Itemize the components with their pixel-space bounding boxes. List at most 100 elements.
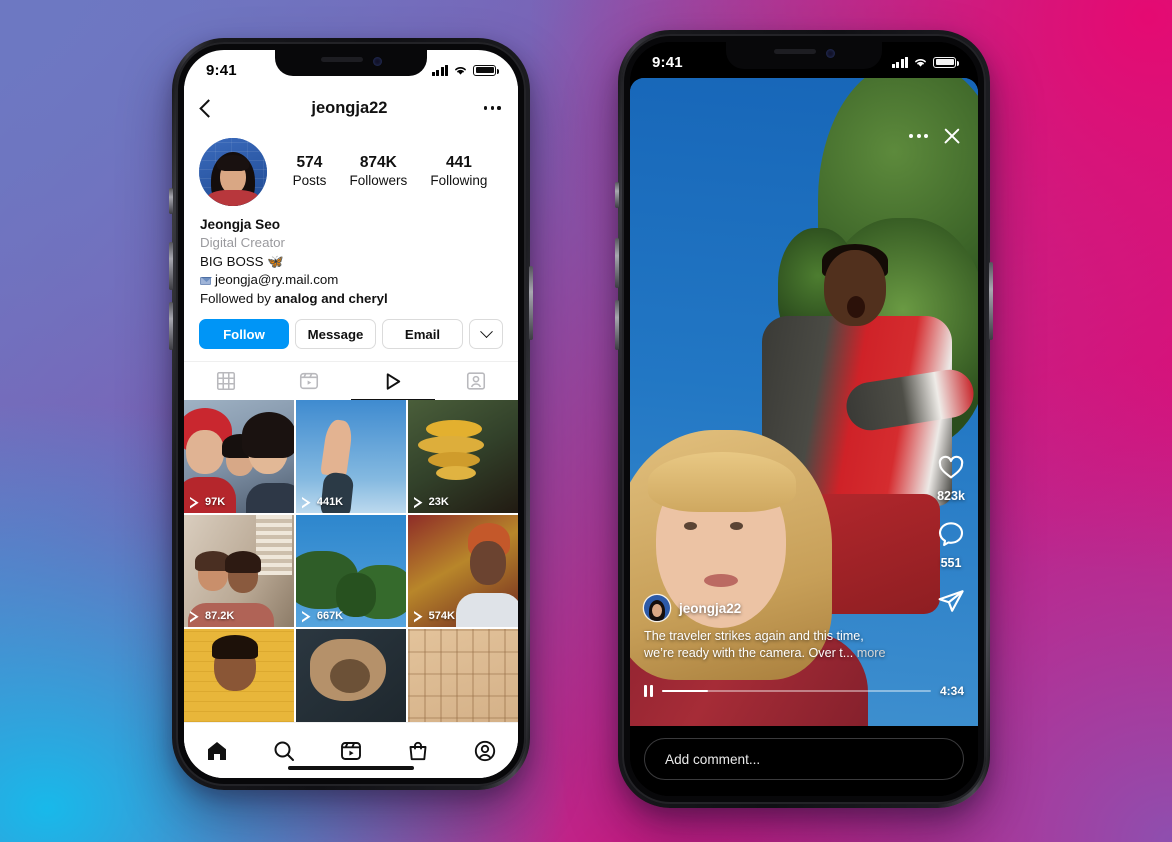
grid-item[interactable]: 87.2K (184, 514, 295, 628)
home-indicator[interactable] (288, 765, 414, 770)
left-phone: 9:41 jeongja22 574 Posts 874K Followers … (169, 38, 533, 790)
heart-icon[interactable] (936, 452, 966, 482)
signal-bars-icon (431, 64, 448, 76)
front-camera (825, 49, 835, 58)
earpiece-speaker (773, 49, 816, 54)
add-comment-input[interactable]: Add comment... (644, 738, 964, 780)
tab-grid[interactable] (184, 362, 268, 400)
followed-by-names: analog and cheryl (274, 290, 388, 306)
share-paper-plane-icon[interactable] (936, 586, 966, 616)
home-icon[interactable] (205, 739, 229, 763)
reels-icon (300, 373, 319, 390)
power-button-left[interactable] (529, 266, 533, 340)
view-count: 87.2K (190, 610, 234, 622)
right-screen: 9:41 823k 551 jeongja22 The traveler str… (630, 42, 978, 796)
mail-icon (200, 276, 211, 285)
progress-fill (662, 689, 708, 693)
follow-button[interactable]: Follow (199, 319, 289, 350)
grid-item[interactable]: 97K (184, 400, 295, 513)
reel-caption[interactable]: The traveler strikes again and this time… (644, 628, 906, 662)
reel-meta: jeongja22 The traveler strikes again and… (644, 595, 906, 662)
volume-down-right[interactable] (615, 300, 619, 350)
video-duration: 4:34 (939, 684, 964, 698)
reels-icon[interactable] (339, 739, 363, 763)
profile-stats: 574 Posts 874K Followers 441 Following (267, 154, 503, 189)
play-icon (190, 611, 201, 622)
play-icon (302, 611, 313, 622)
caption-more-link[interactable]: more (857, 646, 886, 660)
play-icon (302, 497, 313, 508)
volume-down-left[interactable] (169, 302, 173, 350)
add-comment-placeholder: Add comment... (665, 751, 761, 767)
left-screen: 9:41 jeongja22 574 Posts 874K Followers … (184, 50, 518, 778)
view-count: 441K (302, 496, 343, 508)
author-row[interactable]: jeongja22 (644, 595, 906, 622)
mute-switch-left[interactable] (169, 188, 173, 214)
more-options-icon[interactable] (909, 134, 928, 138)
power-button-right[interactable] (989, 262, 993, 340)
like-count: 823k (937, 489, 965, 503)
person-foreground (630, 430, 868, 726)
battery-icon (473, 64, 499, 76)
caption-line-2: we’re ready with the camera. Over t... (644, 646, 854, 661)
author-avatar (644, 595, 670, 622)
profile-header: jeongja22 (184, 86, 518, 130)
mute-switch-right[interactable] (615, 182, 619, 208)
wifi-icon (455, 67, 466, 75)
view-count: 97K (190, 496, 225, 508)
message-button[interactable]: Message (295, 319, 376, 350)
grid-item[interactable]: 441K (295, 400, 407, 513)
stat-following[interactable]: 441 Following (430, 154, 487, 189)
earpiece-speaker (320, 57, 363, 62)
close-icon[interactable] (942, 126, 962, 146)
tagged-icon (467, 372, 486, 391)
notch-right (726, 42, 882, 69)
grid-icon (216, 372, 235, 391)
following-label: Following (430, 173, 488, 189)
tab-video[interactable] (351, 362, 435, 400)
pause-icon[interactable] (644, 685, 653, 697)
profile-full-name: Jeongja Seo (200, 217, 281, 232)
following-count: 441 (445, 154, 472, 172)
volume-up-right[interactable] (615, 238, 619, 288)
play-icon (387, 373, 401, 390)
posts-label: Posts (292, 173, 327, 189)
profile-icon[interactable] (473, 739, 497, 763)
view-count: 574K (414, 610, 455, 622)
status-time: 9:41 (206, 61, 237, 79)
profile-email-row[interactable]: jeongja@ry.mail.com (200, 271, 502, 290)
comment-count: 551 (940, 556, 962, 570)
grid-item[interactable] (407, 628, 518, 722)
grid-item[interactable]: 667K (295, 514, 407, 628)
volume-up-left[interactable] (169, 242, 173, 290)
more-actions-button[interactable] (469, 319, 503, 350)
email-button[interactable]: Email (382, 319, 463, 350)
stat-posts[interactable]: 574 Posts (293, 154, 327, 189)
grid-item[interactable] (184, 628, 295, 722)
shop-bag-icon[interactable] (406, 739, 430, 763)
page-title: jeongja22 (311, 98, 388, 117)
progress-track[interactable] (662, 689, 931, 693)
comment-icon[interactable] (936, 519, 966, 549)
wifi-icon (915, 59, 926, 67)
play-icon (414, 497, 425, 508)
avatar[interactable] (199, 138, 267, 206)
notch-left (275, 50, 427, 76)
grid-item[interactable]: 574K (407, 514, 518, 628)
video-progress: 4:34 (644, 684, 964, 698)
stat-followers[interactable]: 874K Followers (349, 154, 407, 189)
wallpaper-background: 9:41 jeongja22 574 Posts 874K Followers … (0, 0, 1172, 842)
tab-tagged[interactable] (435, 362, 519, 400)
grid-item[interactable] (295, 628, 407, 722)
search-icon[interactable] (272, 739, 296, 763)
tab-reels[interactable] (268, 362, 352, 400)
chevron-down-icon (479, 325, 493, 339)
signal-bars-icon (891, 56, 908, 68)
followed-by: Followed by analog and cheryl (200, 290, 502, 309)
grid-item[interactable]: 23K (407, 400, 518, 514)
profile-bio-line: BIG BOSS 🦋 (200, 253, 284, 269)
more-options-icon[interactable] (483, 106, 504, 110)
reel-video[interactable]: 823k 551 jeongja22 The traveler strikes … (630, 78, 978, 726)
profile-tabs (184, 361, 518, 400)
profile-actions: Follow Message Email (184, 308, 518, 350)
